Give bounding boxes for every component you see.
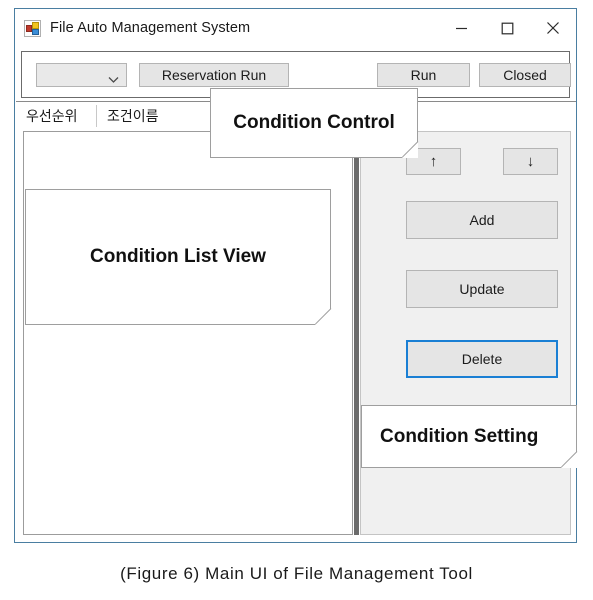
windows-forms-app-icon xyxy=(24,19,41,37)
delete-button[interactable]: Delete xyxy=(406,340,558,378)
arrow-up-icon: ↑ xyxy=(429,153,438,170)
annotation-condition-list-view: Condition List View xyxy=(25,189,332,325)
update-button[interactable]: Update xyxy=(406,270,558,308)
window-title: File Auto Management System xyxy=(50,20,251,36)
title-bar: File Auto Management System xyxy=(15,9,576,47)
annotation-condition-control: Condition Control xyxy=(210,88,419,158)
annotation-condition-setting-label: Condition Setting xyxy=(380,425,539,447)
annotation-condition-setting: Condition Setting xyxy=(361,405,578,468)
arrow-down-icon: ↓ xyxy=(526,153,535,170)
minimize-icon[interactable] xyxy=(438,9,484,47)
add-button[interactable]: Add xyxy=(406,201,558,239)
annotation-condition-control-label: Condition Control xyxy=(233,112,395,133)
figure-page: File Auto Management System Reservation … xyxy=(0,0,593,600)
chevron-down-icon xyxy=(108,71,119,89)
maximize-icon[interactable] xyxy=(484,9,530,47)
window-controls xyxy=(438,9,576,47)
condition-select[interactable] xyxy=(36,63,127,87)
condition-action-panel: ↑ ↓ Add Update Delete xyxy=(360,131,571,535)
reservation-run-button[interactable]: Reservation Run xyxy=(139,63,289,87)
panel-splitter[interactable] xyxy=(354,131,359,535)
column-header-priority[interactable]: 우선순위 xyxy=(16,105,96,127)
run-button[interactable]: Run xyxy=(377,63,470,87)
annotation-condition-list-view-label: Condition List View xyxy=(90,246,266,267)
closed-button[interactable]: Closed xyxy=(479,63,571,87)
move-down-button[interactable]: ↓ xyxy=(503,148,558,175)
close-icon[interactable] xyxy=(530,9,576,47)
figure-caption: (Figure 6) Main UI of File Management To… xyxy=(120,564,473,583)
